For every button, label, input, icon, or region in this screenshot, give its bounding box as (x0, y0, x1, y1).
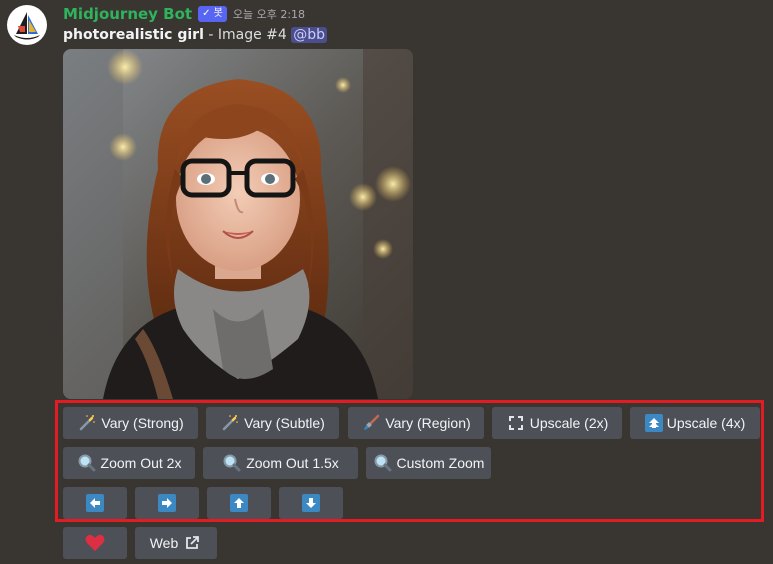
message-content: photorealistic girl - Image #4 @bb (63, 27, 328, 43)
vary-subtle-button[interactable]: Vary (Subtle) (206, 407, 339, 439)
left-arrow-icon (86, 494, 104, 512)
prompt-text: photorealistic girl (63, 27, 204, 43)
pan-right-button[interactable] (135, 487, 199, 519)
portrait-image (63, 49, 413, 399)
favorite-button[interactable] (63, 527, 127, 559)
magic-wand-icon (220, 413, 240, 433)
pan-up-button[interactable] (207, 487, 271, 519)
external-link-icon (182, 533, 202, 553)
up-arrow-box-icon (644, 414, 663, 432)
pan-left-button[interactable] (63, 487, 127, 519)
image-label: - Image #4 (203, 27, 292, 43)
zoom-out-2x-label: Zoom Out 2x (100, 455, 182, 471)
zoom-out-1-5x-button[interactable]: Zoom Out 1.5x (203, 447, 358, 479)
custom-zoom-button[interactable]: Custom Zoom (366, 447, 491, 479)
web-label: Web (149, 535, 179, 551)
bot-badge: ✓ 봇 (198, 6, 227, 22)
generated-image[interactable] (63, 49, 413, 399)
vary-subtle-label: Vary (Subtle) (244, 415, 325, 431)
zoom-out-2x-button[interactable]: Zoom Out 2x (63, 447, 195, 479)
sailboat-logo-icon (14, 12, 40, 40)
custom-zoom-label: Custom Zoom (396, 455, 485, 471)
heart-icon (85, 533, 105, 553)
chat-message: Midjourney Bot ✓ 봇 오늘 오후 2:18 photoreali… (0, 0, 773, 564)
right-arrow-icon (158, 494, 176, 512)
paintbrush-icon (361, 413, 381, 433)
vary-region-label: Vary (Region) (385, 415, 471, 431)
bot-avatar[interactable] (7, 5, 47, 45)
user-mention[interactable]: @bb (291, 27, 328, 43)
upscale-4x-button[interactable]: Upscale (4x) (630, 407, 760, 439)
magnifier-icon (373, 453, 393, 473)
down-arrow-icon (302, 494, 320, 512)
vary-strong-button[interactable]: Vary (Strong) (63, 407, 198, 439)
web-button[interactable]: Web (135, 527, 217, 559)
pan-down-button[interactable] (279, 487, 343, 519)
magnifier-icon (222, 453, 242, 473)
expand-icon (506, 413, 526, 433)
magic-wand-icon (77, 413, 97, 433)
up-arrow-icon (230, 494, 248, 512)
zoom-out-1-5x-label: Zoom Out 1.5x (246, 455, 339, 471)
upscale-2x-label: Upscale (2x) (529, 415, 609, 431)
magnifier-icon (77, 453, 97, 473)
vary-strong-label: Vary (Strong) (101, 415, 184, 431)
author-name[interactable]: Midjourney Bot (63, 5, 192, 23)
message-header: Midjourney Bot ✓ 봇 오늘 오후 2:18 (63, 4, 305, 24)
upscale-4x-label: Upscale (4x) (666, 415, 746, 431)
upscale-2x-button[interactable]: Upscale (2x) (492, 407, 622, 439)
timestamp: 오늘 오후 2:18 (232, 8, 306, 21)
vary-region-button[interactable]: Vary (Region) (348, 407, 484, 439)
